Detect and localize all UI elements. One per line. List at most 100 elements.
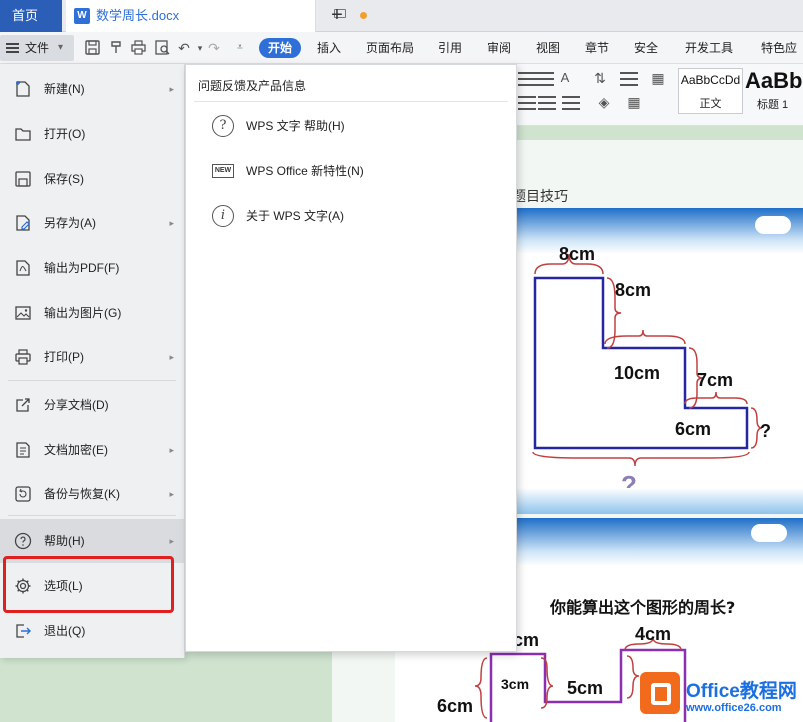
options-highlight-box: [3, 556, 174, 613]
chevron-right-icon: ▸: [169, 489, 174, 499]
submenu-item-whats-new[interactable]: NEW WPS Office 新特性(N): [186, 148, 516, 192]
menu-item-label: 输出为图片(G): [44, 306, 122, 320]
menu-item-label: 备份与恢复(K): [44, 487, 120, 501]
customize-toolbar-icon[interactable]: ⩡: [232, 40, 248, 56]
slide-figure-1: ? 8cm 8cm 10cm 7cm 6cm ?: [517, 208, 803, 514]
tab-insert[interactable]: 插入: [317, 32, 341, 64]
wps-writer-icon: W: [74, 8, 90, 24]
menu-item-backup[interactable]: 备份与恢复(K) ▸: [0, 472, 184, 516]
dim-label: 5cm: [567, 678, 604, 698]
chevron-right-icon: ▸: [169, 218, 174, 228]
menu-item-share[interactable]: 分享文档(D): [0, 383, 184, 427]
print-preview-icon[interactable]: [154, 40, 170, 56]
dim-label: 7cm: [697, 370, 734, 390]
document-tab[interactable]: W 数学周长.docx: [66, 0, 367, 32]
dim-label: 8cm: [559, 244, 596, 264]
align-center-icon[interactable]: [536, 72, 554, 86]
shading-icon[interactable]: ◈: [596, 94, 612, 110]
submenu-header: 问题反馈及产品信息: [198, 79, 307, 93]
style-normal-sample: AaBbCcDd: [680, 73, 741, 87]
lock-doc-icon: [16, 442, 30, 458]
pdf-export-icon: [16, 260, 30, 276]
style-normal[interactable]: AaBbCcDd 正文: [678, 68, 743, 114]
tab-page-layout[interactable]: 页面布局: [366, 32, 414, 64]
borders-icon[interactable]: ▦: [650, 70, 666, 86]
watermark-title: Office教程网: [686, 681, 797, 702]
sort-icon[interactable]: ⇅: [592, 70, 608, 86]
line-spacing-icon[interactable]: [620, 72, 638, 86]
distribute-icon[interactable]: [538, 96, 556, 110]
menu-item-label: 退出(Q): [44, 624, 86, 638]
printer-icon: [15, 349, 31, 365]
watermark-url: www.office26.com: [686, 702, 782, 714]
dim-label: 4cm: [635, 624, 672, 644]
backup-icon: [15, 486, 31, 502]
image-export-icon: [15, 306, 31, 320]
table-borders-icon[interactable]: ▦: [626, 94, 642, 110]
menu-item-label: 分享文档(D): [44, 398, 109, 412]
format-painter-icon[interactable]: [108, 40, 124, 56]
tab-start[interactable]: 开始: [259, 38, 302, 58]
menu-item-save-as[interactable]: 另存为(A) ▸: [0, 201, 184, 245]
info-circle-icon: i: [212, 205, 234, 227]
file-menu-button[interactable]: 文件 ▾: [0, 35, 74, 61]
new-tab-plus-icon[interactable]: +: [326, 4, 348, 26]
submenu-item-label: WPS 文字 帮助(H): [246, 119, 345, 133]
save-as-icon: [16, 215, 30, 231]
tab-view[interactable]: 视图: [536, 32, 560, 64]
menu-divider: [8, 380, 176, 381]
site-watermark: Office教程网 www.office26.com: [638, 670, 803, 722]
menu-item-label: 新建(N): [44, 82, 85, 96]
style-normal-name: 正文: [699, 98, 722, 110]
menu-item-print[interactable]: 打印(P) ▸: [0, 335, 184, 379]
menu-item-export-pdf[interactable]: 输出为PDF(F): [0, 246, 184, 290]
new-doc-icon: [16, 81, 30, 97]
chevron-right-icon: ▸: [169, 84, 174, 94]
tab-bar: 首页 W 数学周长.docx +: [0, 0, 803, 32]
submenu-divider: [194, 101, 508, 102]
exit-icon: [16, 624, 31, 638]
tab-security[interactable]: 安全: [634, 32, 658, 64]
new-badge-icon: NEW: [212, 160, 234, 182]
menu-item-exit[interactable]: 退出(Q): [0, 609, 184, 653]
submenu-item-wps-help[interactable]: ? WPS 文字 帮助(H): [186, 103, 516, 147]
dim-label: 3cm: [501, 676, 530, 692]
menu-item-encrypt[interactable]: 文档加密(E) ▸: [0, 428, 184, 472]
menu-item-label: 打开(O): [44, 127, 86, 141]
document-tab-title: 数学周长.docx: [96, 8, 180, 23]
print-icon[interactable]: [130, 40, 146, 56]
save-icon[interactable]: [84, 40, 100, 56]
align-left-icon[interactable]: [518, 72, 536, 86]
tab-developer[interactable]: 开发工具: [685, 32, 733, 64]
chevron-right-icon: ▸: [169, 445, 174, 455]
undo-icon[interactable]: ↶: [176, 40, 192, 56]
menu-item-label: 文档加密(E): [44, 443, 108, 457]
paragraph-spacing-icon[interactable]: [562, 96, 580, 110]
style-heading1[interactable]: AaBb 标题 1: [745, 68, 803, 114]
submenu-item-label: 关于 WPS 文字(A): [246, 209, 344, 223]
font-size-icon[interactable]: A: [557, 70, 573, 86]
menu-item-label: 输出为PDF(F): [44, 261, 120, 275]
menu-item-new[interactable]: 新建(N) ▸: [0, 67, 184, 111]
save-icon: [15, 171, 31, 187]
menu-divider: [8, 515, 176, 516]
question-circle-icon: ?: [212, 115, 234, 137]
unsaved-indicator-icon[interactable]: [360, 12, 367, 19]
menu-item-open[interactable]: 打开(O): [0, 112, 184, 156]
tab-section[interactable]: 章节: [585, 32, 609, 64]
tab-references[interactable]: 引用: [438, 32, 462, 64]
dim-label: ?: [760, 421, 771, 441]
submenu-item-about[interactable]: i 关于 WPS 文字(A): [186, 193, 516, 237]
menu-item-save[interactable]: 保存(S): [0, 157, 184, 201]
redo-icon[interactable]: ↷: [206, 40, 222, 56]
file-menu-label: 文件: [25, 41, 50, 55]
chevron-down-icon: ▾: [58, 42, 64, 53]
menu-item-export-image[interactable]: 输出为图片(G): [0, 291, 184, 335]
justify-icon[interactable]: [518, 96, 536, 110]
tab-review[interactable]: 审阅: [487, 32, 511, 64]
main-toolbar: 文件 ▾ ↶ ▾ ↷ ⩡ 开始 插入 页面布局 引用 审阅 视图 章节 安全 开…: [0, 32, 803, 87]
menu-item-label: 另存为(A): [44, 216, 96, 230]
style-heading1-name: 标题 1: [757, 99, 789, 111]
menu-item-label: 保存(S): [44, 172, 84, 186]
home-tab[interactable]: 首页: [0, 0, 62, 32]
